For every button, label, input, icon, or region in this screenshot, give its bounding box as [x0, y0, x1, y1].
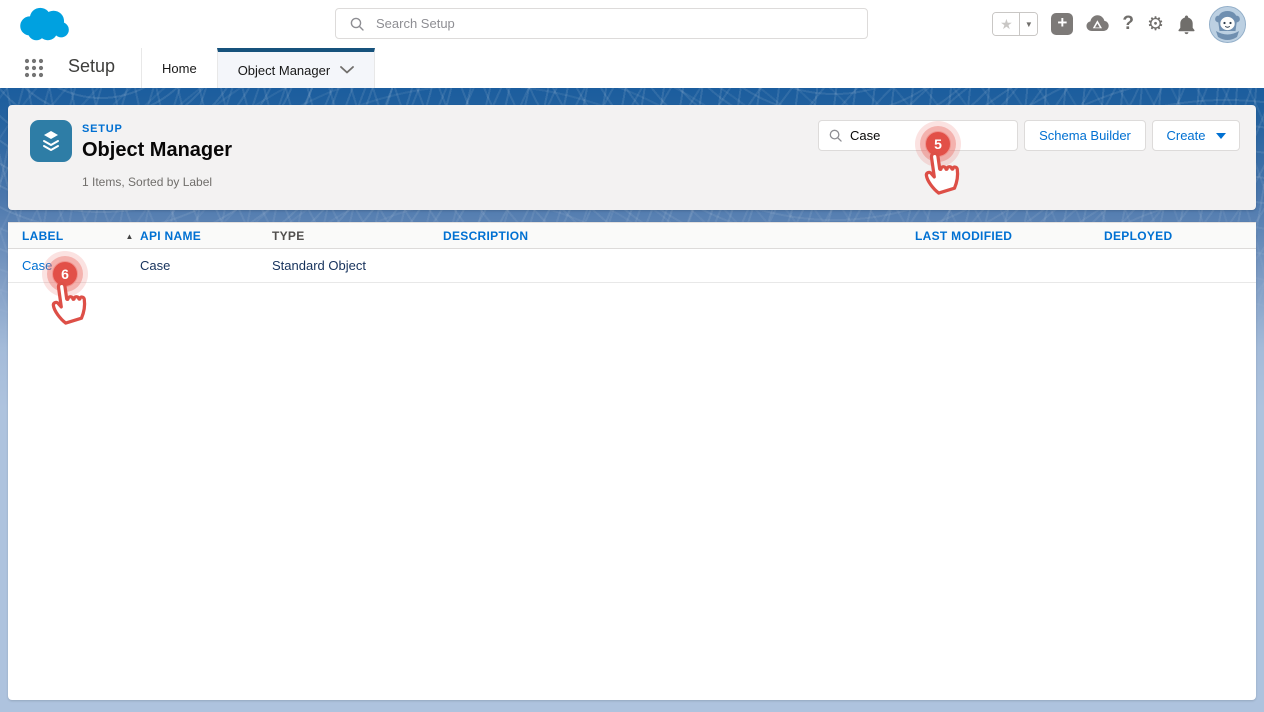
tab-home[interactable]: Home: [141, 48, 217, 88]
object-table: LABEL ▲ API NAME TYPE DESCRIPTION LAST MO…: [8, 222, 1256, 283]
cell-type: Standard Object: [272, 249, 443, 283]
table-row-case: Case Case Standard Object: [8, 249, 1256, 283]
item-summary-text: 1 Items, Sorted by Label: [82, 175, 212, 189]
create-label: Create: [1166, 128, 1205, 143]
annotation-step-6: 6: [52, 261, 78, 287]
quick-find-input[interactable]: [850, 128, 990, 143]
help-icon[interactable]: ?: [1122, 13, 1134, 35]
create-chevron-down-icon: [1216, 133, 1226, 139]
tab-object-manager[interactable]: Object Manager: [217, 48, 376, 88]
column-header-deployed[interactable]: DEPLOYED: [1104, 223, 1256, 249]
quick-create-icon[interactable]: +: [1051, 13, 1073, 35]
quick-find-box: [818, 120, 1018, 151]
global-header: ★ ▼ + ? ⚙: [0, 0, 1264, 48]
tab-home-label: Home: [162, 61, 197, 76]
cell-description: [443, 249, 915, 283]
setup-eyebrow-label: SETUP: [82, 123, 123, 135]
cell-last-modified: [915, 249, 1104, 283]
column-header-label-text: LABEL: [22, 229, 64, 243]
global-search-box: [335, 8, 868, 39]
salesforce-logo-icon: [16, 5, 74, 45]
cell-api-name: Case: [140, 249, 272, 283]
column-header-type: TYPE: [272, 223, 443, 249]
notifications-bell-icon[interactable]: [1177, 14, 1196, 35]
column-header-last-modified[interactable]: LAST MODIFIED: [915, 223, 1104, 249]
column-header-api-name[interactable]: API NAME: [140, 223, 272, 249]
object-link-case[interactable]: Case: [22, 258, 52, 273]
app-name-label: Setup: [68, 56, 115, 77]
favorites-chevron-icon[interactable]: ▼: [1019, 13, 1037, 35]
app-launcher-waffle-icon[interactable]: [24, 58, 44, 78]
column-header-label[interactable]: LABEL ▲: [8, 223, 140, 249]
object-table-card: LABEL ▲ API NAME TYPE DESCRIPTION LAST MO…: [8, 222, 1256, 700]
search-icon: [350, 17, 364, 31]
create-button[interactable]: Create: [1152, 120, 1240, 151]
schema-builder-button[interactable]: Schema Builder: [1024, 120, 1146, 151]
page-header-card: SETUP Object Manager 1 Items, Sorted by …: [8, 105, 1256, 210]
quick-find-search-icon: [829, 129, 842, 142]
annotation-6-hand-cursor-icon: [41, 272, 94, 330]
annotation-5-hand-cursor-icon: [914, 142, 967, 200]
nav-tabs: Home Object Manager: [141, 48, 375, 88]
sort-ascending-icon: ▲: [126, 232, 134, 241]
column-header-description[interactable]: DESCRIPTION: [443, 223, 915, 249]
schema-builder-label: Schema Builder: [1039, 128, 1131, 143]
cell-deployed: [1104, 249, 1256, 283]
guidance-center-icon[interactable]: [1086, 14, 1109, 35]
global-search-input[interactable]: [376, 16, 816, 31]
header-actions: ★ ▼ + ? ⚙: [992, 0, 1246, 48]
annotation-step-5: 5: [925, 131, 951, 157]
setup-gear-icon[interactable]: ⚙: [1147, 13, 1164, 36]
page-title: Object Manager: [82, 139, 232, 162]
favorites-button-group: ★ ▼: [992, 12, 1038, 36]
tab-object-manager-label: Object Manager: [238, 63, 331, 78]
salesforce-setup-app: ★ ▼ + ? ⚙: [0, 0, 1264, 712]
tab-chevron-down-icon[interactable]: [340, 66, 354, 74]
favorites-star-icon[interactable]: ★: [993, 13, 1019, 35]
object-manager-icon: [30, 120, 72, 162]
user-avatar[interactable]: [1209, 6, 1246, 43]
table-header-row: LABEL ▲ API NAME TYPE DESCRIPTION LAST MO…: [8, 223, 1256, 249]
setup-nav-bar: Setup Home Object Manager: [0, 48, 1264, 88]
